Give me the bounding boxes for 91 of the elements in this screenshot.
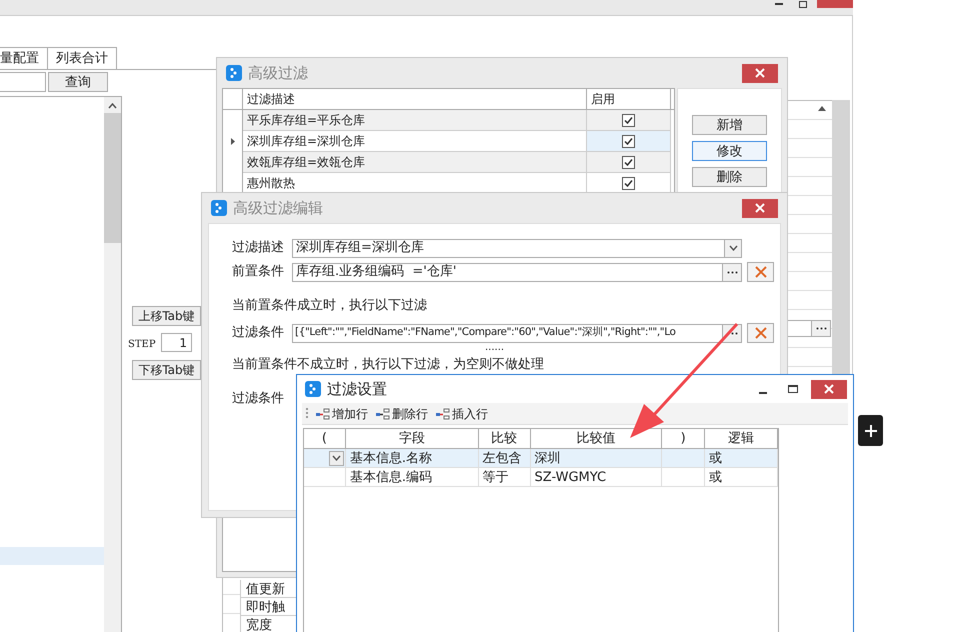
table-cell: 平乐库存组=平乐仓库 xyxy=(243,110,587,131)
step-label: STEP xyxy=(128,338,156,352)
step-field[interactable]: 1 xyxy=(161,333,192,352)
field-label: 过滤条件 xyxy=(232,390,285,408)
window-title: 过滤设置 xyxy=(327,378,388,400)
table-cell: 深圳库存组=深圳仓库 xyxy=(243,131,587,152)
precondition-field[interactable]: 库存组.业务组编码 ='仓库' xyxy=(292,262,742,282)
close-icon xyxy=(824,384,834,394)
ellipsis-icon xyxy=(726,270,738,274)
column-header: 过滤描述 xyxy=(243,89,587,109)
toolbar-button[interactable]: 增加行 xyxy=(316,404,368,422)
table-cell: 左包含 xyxy=(478,449,531,467)
dialog-button[interactable]: 删除 xyxy=(692,167,767,187)
close-icon xyxy=(755,203,765,213)
column-header: 逻辑 xyxy=(705,429,778,448)
check-icon xyxy=(624,136,633,146)
table-row[interactable]: 平乐库存组=平乐仓库 xyxy=(223,110,674,131)
toolbar-button[interactable]: 删除行 xyxy=(376,404,428,422)
plus-icon xyxy=(864,424,878,438)
app-icon xyxy=(305,381,321,397)
table-cell: 深圳 xyxy=(530,449,662,467)
table-cell: 效瓴库存组=效瓴仓库 xyxy=(243,152,587,173)
checkbox[interactable] xyxy=(622,114,635,126)
tab[interactable]: 列表合计 xyxy=(47,47,117,69)
dialog-button[interactable]: 新增 xyxy=(692,115,767,135)
table-cell: 基本信息.编码 xyxy=(346,468,479,486)
field-label: 前置条件 xyxy=(232,263,285,282)
clear-button[interactable] xyxy=(747,323,774,343)
column-header: 启用 xyxy=(587,89,671,109)
table-row[interactable]: 基本信息.名称 左包含 深圳 或 xyxy=(304,449,778,468)
close-icon xyxy=(755,68,765,78)
description-combo[interactable]: 深圳库存组=深圳仓库 xyxy=(292,238,742,258)
table-row[interactable]: 基本信息.编码 等于 SZ-WGMYC 或 xyxy=(304,468,778,487)
chevron-down-icon xyxy=(332,455,341,461)
clear-icon xyxy=(754,327,768,339)
close-button[interactable] xyxy=(811,380,847,398)
app-icon xyxy=(211,200,227,216)
ellipsis-icon xyxy=(816,327,826,330)
checkbox[interactable] xyxy=(622,134,635,148)
minimize-icon xyxy=(775,3,783,5)
table-row[interactable]: 效瓴库存组=效瓴仓库 xyxy=(223,152,674,173)
maximize-icon xyxy=(799,0,807,8)
column-header: 字段 xyxy=(346,429,479,448)
app-icon xyxy=(226,65,242,81)
column-header: ) xyxy=(662,429,706,448)
chevron-down-icon xyxy=(728,245,738,251)
scroll-up-icon xyxy=(108,103,117,109)
search-button[interactable]: 查询 xyxy=(48,72,108,92)
dropdown-button[interactable] xyxy=(328,450,344,466)
row-pointer-icon xyxy=(230,138,234,145)
scrollbar-thumb[interactable] xyxy=(104,113,121,243)
table-row[interactable]: 深圳库存组=深圳仓库 xyxy=(223,131,674,152)
table-cell: 基本信息.名称 xyxy=(346,449,479,467)
caption-text: 当前置条件成立时，执行以下过滤 xyxy=(232,297,428,314)
table-cell: 或 xyxy=(705,449,778,467)
table-cell: 等于 xyxy=(478,468,531,486)
clear-icon xyxy=(754,266,768,278)
caption-text: 当前置条件不成立时，执行以下过滤，为空则不做处理 xyxy=(232,357,545,374)
move-up-button[interactable]: 上移Tab键 xyxy=(132,306,201,326)
checkbox[interactable] xyxy=(622,156,635,168)
column-header: 比较 xyxy=(478,429,531,448)
field-label: 过滤条件 xyxy=(232,324,285,342)
toolbar-button[interactable]: 插入行 xyxy=(436,404,488,422)
browse-button[interactable] xyxy=(722,264,741,280)
window-title: 高级过滤编辑 xyxy=(233,198,324,219)
clear-button[interactable] xyxy=(747,262,774,282)
dialog-button[interactable]: 修改 xyxy=(692,141,767,161)
table-cell: 或 xyxy=(705,468,778,486)
row-icon xyxy=(316,408,330,420)
table-row[interactable]: 惠州散热 xyxy=(223,173,674,194)
minimize-icon xyxy=(759,392,767,394)
table-cell: SZ-WGMYC xyxy=(530,468,662,486)
field-label: 过滤描述 xyxy=(232,239,285,258)
column-header: ( xyxy=(304,429,346,448)
search-field[interactable] xyxy=(0,72,46,92)
close-button[interactable] xyxy=(742,198,778,218)
check-icon xyxy=(624,116,633,124)
check-icon xyxy=(624,158,633,166)
move-down-button[interactable]: 下移Tab键 xyxy=(132,360,201,380)
check-icon xyxy=(624,178,633,188)
row-icon xyxy=(436,408,450,420)
maximize-icon xyxy=(788,385,798,393)
checkbox[interactable] xyxy=(622,176,635,190)
window-title: 高级过滤 xyxy=(248,62,309,84)
separator-dots: ...... xyxy=(485,343,504,355)
condition-field[interactable]: [{"Left":"","FieldName":"FName","Compare":"60","Value":"深圳","Right":"","Lo xyxy=(292,324,742,342)
close-button[interactable] xyxy=(742,64,778,82)
add-button[interactable] xyxy=(858,415,883,446)
sort-arrow-icon xyxy=(818,106,826,111)
browse-button[interactable] xyxy=(811,321,830,336)
row-icon xyxy=(376,408,390,420)
